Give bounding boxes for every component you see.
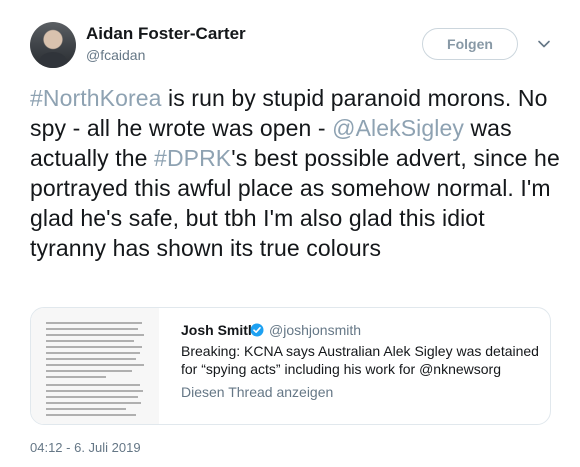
author-handle[interactable]: @fcaidan xyxy=(86,47,145,63)
hashtag-link[interactable]: #DPRK xyxy=(154,145,231,171)
tweet-text: #NorthKorea is run by stupid paranoid mo… xyxy=(30,83,560,263)
quoted-tweet-card[interactable]: Josh Smith @joshjonsmith Breaking: KCNA … xyxy=(30,307,551,425)
tweet-timestamp[interactable]: 04:12 - 6. Juli 2019 xyxy=(30,440,141,455)
chevron-down-icon[interactable] xyxy=(537,37,551,51)
author-avatar[interactable] xyxy=(30,22,76,68)
show-thread-link[interactable]: Diesen Thread anzeigen xyxy=(181,384,333,400)
quoted-tweet-text: Breaking: KCNA says Australian Alek Sigl… xyxy=(181,343,539,377)
mention-link[interactable]: @AlekSigley xyxy=(332,115,464,141)
quoted-author-handle[interactable]: @joshjonsmith xyxy=(269,322,361,338)
quoted-author-name[interactable]: Josh Smith xyxy=(181,322,256,338)
follow-button[interactable]: Folgen xyxy=(422,28,518,60)
verified-badge-icon xyxy=(250,323,264,337)
hashtag-link[interactable]: #NorthKorea xyxy=(30,85,162,111)
quoted-tweet-thumbnail xyxy=(31,308,159,424)
author-display-name[interactable]: Aidan Foster-Carter xyxy=(86,24,246,44)
